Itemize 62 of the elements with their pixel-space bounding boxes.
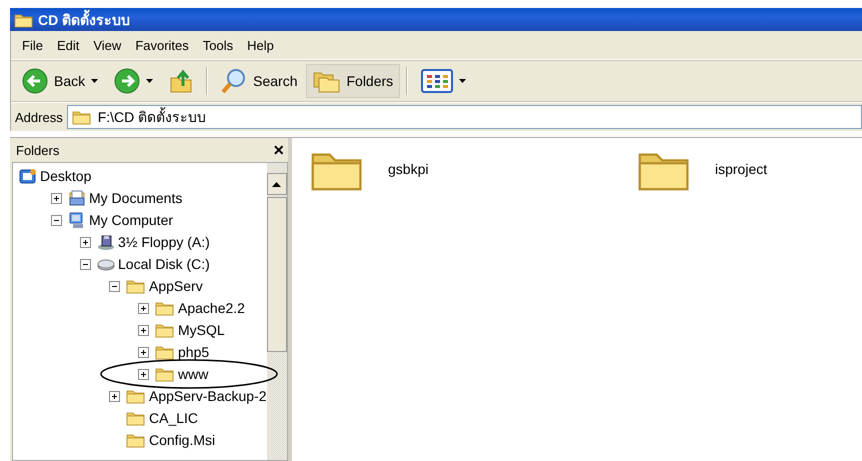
tree-item[interactable]: My Documents — [89, 190, 182, 206]
window-title: CD ติดตั้งระบบ — [38, 8, 130, 30]
expand-toggle[interactable] — [138, 324, 149, 336]
caret-icon — [91, 79, 98, 83]
computer-icon — [68, 212, 86, 228]
folder-icon — [155, 344, 175, 360]
expand-toggle[interactable] — [138, 302, 149, 314]
desktop-icon — [19, 168, 37, 184]
close-button[interactable]: × — [273, 141, 284, 159]
menu-item[interactable]: Edit — [50, 34, 86, 56]
tree-item[interactable]: AppServ — [149, 278, 203, 294]
folder-name[interactable]: gsbkpi — [388, 161, 428, 177]
collapse-toggle[interactable] — [80, 258, 91, 270]
folder-icon — [126, 278, 146, 294]
documents-icon — [68, 190, 86, 206]
expand-toggle[interactable] — [138, 368, 149, 380]
tree-item[interactable]: Desktop — [40, 168, 92, 184]
up-arrow-icon — [272, 182, 282, 186]
tree-item[interactable]: 3½ Floppy (A:) — [118, 234, 210, 250]
address-field[interactable]: F:\CD ติดตั้งระบบ — [66, 105, 862, 129]
views-icon — [421, 69, 454, 93]
menu-item[interactable]: Favorites — [128, 34, 196, 56]
tree-item[interactable]: MySQL — [178, 322, 225, 338]
folder-icon — [155, 322, 175, 338]
collapse-toggle[interactable] — [51, 214, 62, 226]
expand-toggle[interactable] — [138, 346, 149, 358]
menu-item[interactable]: File — [15, 34, 50, 56]
menu-item[interactable]: Tools — [196, 34, 240, 56]
scrollbar-thumb[interactable] — [266, 197, 287, 352]
folder-up-arrow-icon — [169, 68, 194, 94]
folder-icon — [126, 410, 146, 426]
tree-item[interactable]: Local Disk (C:) — [118, 256, 210, 272]
folder-icon — [155, 300, 175, 316]
folder-icon — [155, 366, 175, 382]
expand-toggle[interactable] — [109, 390, 120, 402]
address-label: Address — [15, 110, 63, 124]
scroll-up-button[interactable] — [266, 173, 287, 195]
tree-item[interactable]: php5 — [178, 344, 210, 360]
search-button[interactable]: Search — [214, 64, 304, 98]
caret-icon — [459, 79, 466, 83]
tree-item[interactable]: Apache2.2 — [178, 300, 245, 316]
folder-icon — [14, 12, 34, 28]
expand-toggle[interactable] — [51, 192, 62, 204]
pane-title: Folders — [16, 142, 60, 158]
folder-icon — [72, 109, 92, 125]
tree-item[interactable]: AppServ-Backup-2 — [149, 388, 267, 404]
folders-button[interactable]: Folders — [306, 64, 400, 98]
folder-icon — [126, 432, 146, 448]
back-button[interactable]: Back — [15, 64, 106, 98]
floppy-drive-icon — [97, 234, 115, 250]
search-icon — [221, 68, 248, 94]
tree-item[interactable]: CA_LIC — [149, 410, 198, 426]
tree-item[interactable]: Config.Msi — [149, 432, 216, 448]
expand-toggle[interactable] — [80, 236, 91, 248]
folder-icon — [126, 388, 146, 404]
folder-name[interactable]: isproject — [715, 161, 768, 177]
tree-item[interactable]: www — [178, 366, 208, 382]
menu-item[interactable]: Help — [240, 34, 281, 56]
tree-item[interactable]: My Computer — [89, 212, 174, 228]
menu-item[interactable]: View — [86, 34, 128, 56]
caret-icon — [146, 79, 154, 83]
collapse-toggle[interactable] — [109, 280, 120, 292]
